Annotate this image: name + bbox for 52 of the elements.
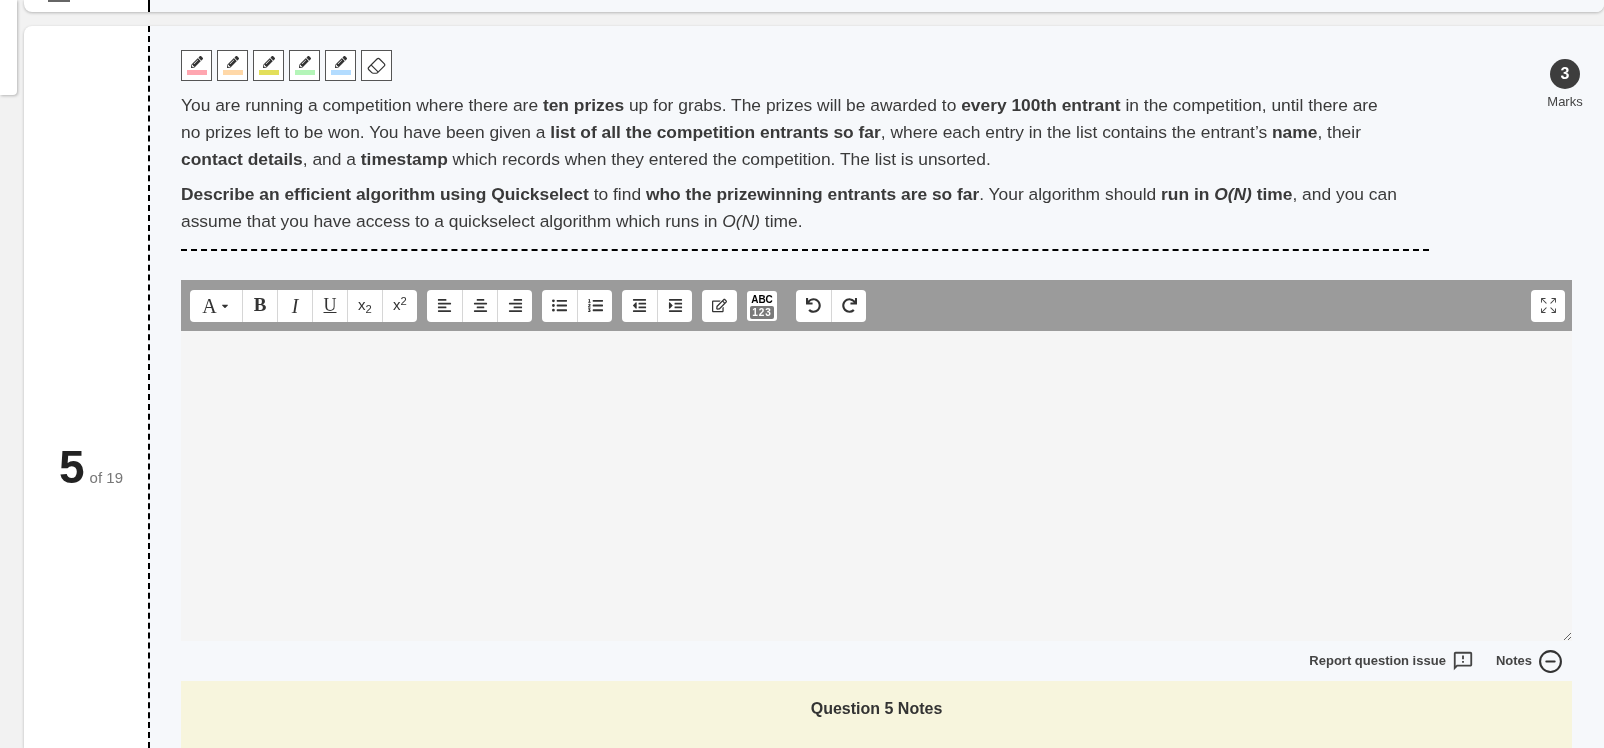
subscript-button[interactable]: x$_{2}$ xyxy=(347,289,382,322)
eraser-button[interactable] xyxy=(361,50,392,81)
underline-button[interactable]: U xyxy=(312,289,347,322)
question-number: 5 xyxy=(59,444,85,490)
italic-button[interactable]: I xyxy=(277,289,312,322)
highlighter-button[interactable] xyxy=(217,50,248,81)
numbered-list-icon xyxy=(587,298,603,313)
undo-button[interactable] xyxy=(796,289,831,322)
question-total: of 19 xyxy=(89,468,123,488)
align-right-icon xyxy=(507,298,523,313)
collapse-icon[interactable] xyxy=(1538,648,1563,674)
align-center-button[interactable] xyxy=(462,289,497,322)
pencil-icon xyxy=(262,56,275,68)
highlighter-button[interactable] xyxy=(253,50,284,81)
redo-button[interactable] xyxy=(831,289,866,322)
undo-icon xyxy=(806,298,821,313)
outdent-icon xyxy=(632,298,647,313)
eraser-icon xyxy=(367,56,386,75)
superscript-button[interactable]: x$^{2}$ xyxy=(382,289,417,322)
question-paragraph: You are running a competition where there are ten prizes up for grabs. The prizes will be awarded to every 100th entrant in the competition, until there are no prizes left to be won. You have been given a list of all the competition entrants so far, where each entry in the list contains the entrant’s name, their contact details, and a timestamp which records when they entered the competition. The list is unsorted. xyxy=(181,94,1379,171)
align-right-button[interactable] xyxy=(497,289,532,322)
align-center-icon xyxy=(472,298,488,313)
align-left-icon xyxy=(437,298,452,313)
align-left-button[interactable] xyxy=(427,289,462,322)
spellcheck-button[interactable]: ABC 123 xyxy=(747,290,777,321)
edit-icon xyxy=(712,298,727,313)
notes-toggle[interactable]: Notes xyxy=(1495,651,1532,671)
pencil-icon xyxy=(298,56,311,68)
bulleted-list-button[interactable] xyxy=(542,289,577,322)
report-issue-icon[interactable] xyxy=(1451,650,1474,672)
question-paragraph: Describe an efficient algorithm using Quickselect to find who the prizewinning entrants are so far. Your algorithm should run in O(N) time, and you can assume that you have access to a quickselect algorithm which runs in O(N) time. xyxy=(181,183,1398,233)
font-button[interactable]: A xyxy=(190,289,242,322)
outdent-button[interactable] xyxy=(622,289,657,322)
highlighter-button[interactable] xyxy=(289,50,320,81)
edit-button[interactable] xyxy=(702,289,737,322)
report-issue-link[interactable]: Report question issue xyxy=(1309,651,1446,671)
highlighter-button[interactable] xyxy=(325,50,356,81)
marks-count: 3 xyxy=(1550,59,1580,89)
marks-label: Marks xyxy=(1547,93,1583,111)
fullscreen-icon xyxy=(1540,298,1556,313)
bold-button[interactable]: B xyxy=(242,289,277,322)
pencil-icon xyxy=(190,56,203,68)
redo-icon xyxy=(841,298,857,313)
numbered-list-button[interactable] xyxy=(577,289,612,322)
notes-title: Question 5 Notes xyxy=(810,699,943,719)
highlighter-button[interactable] xyxy=(181,50,212,81)
pencil-icon xyxy=(226,56,239,68)
indent-icon xyxy=(667,298,683,313)
pencil-icon xyxy=(334,56,347,68)
bulleted-list-icon xyxy=(552,298,567,313)
fullscreen-button[interactable] xyxy=(1531,289,1565,322)
indent-button[interactable] xyxy=(657,289,692,322)
